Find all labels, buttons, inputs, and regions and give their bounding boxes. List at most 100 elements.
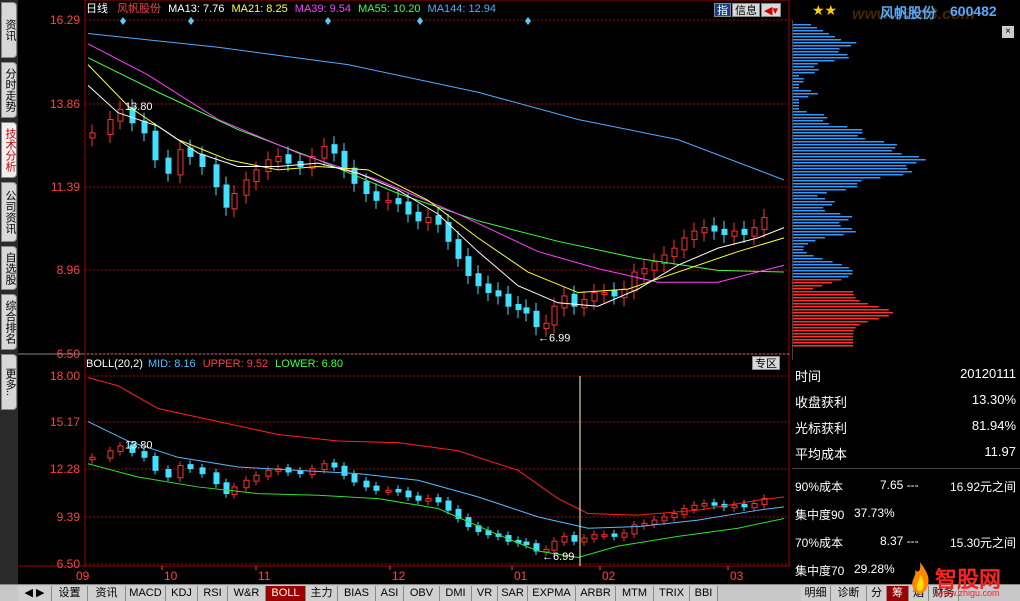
price-candle bbox=[425, 216, 432, 224]
indicator-tab-dmi[interactable]: DMI bbox=[440, 586, 472, 601]
chip-bar bbox=[793, 39, 841, 41]
left-tab-1[interactable]: 分时走势 bbox=[1, 62, 17, 118]
boll-candle bbox=[89, 456, 96, 461]
info-button[interactable]: 信息 bbox=[732, 3, 760, 17]
boll-mid: MID: 8.16 bbox=[147, 358, 196, 370]
chip-bar bbox=[793, 174, 904, 176]
boll-candle bbox=[435, 497, 442, 503]
left-tab-0[interactable]: 资讯 bbox=[1, 2, 17, 58]
chip-bar bbox=[793, 306, 879, 308]
price-axis-label: 6.50 bbox=[57, 347, 81, 361]
indicator-tab-w&r[interactable]: W&R bbox=[228, 586, 266, 601]
chip-bar bbox=[793, 90, 812, 92]
boll-legend: BOLL(20,2) MID: 8.16 UPPER: 9.52 LOWER: … bbox=[86, 358, 343, 371]
chip-info-row: 收盘获利 13.30% bbox=[792, 386, 1020, 412]
indicator-tab-asi[interactable]: ASI bbox=[376, 586, 404, 601]
price-candle bbox=[213, 164, 220, 188]
left-tab-6[interactable]: 更多.. bbox=[1, 354, 17, 410]
indicator-tab-设置[interactable]: 设置 bbox=[52, 586, 88, 601]
indicator-tab-mtm[interactable]: MTM bbox=[616, 586, 654, 601]
boll-upper-line bbox=[87, 377, 785, 516]
chip-cost-row: 90%成本 7.65 --- 16.92元之间 bbox=[792, 472, 1020, 498]
indicator-tab-arbr[interactable]: ARBR bbox=[576, 586, 616, 601]
indicator-tab-trix[interactable]: TRIX bbox=[654, 586, 690, 601]
chip-bar bbox=[793, 30, 823, 32]
chip-bar bbox=[793, 267, 849, 269]
panel-title-bar: ★★ www.55188.com 风帆股份 600482 × bbox=[792, 0, 1020, 38]
price-candle bbox=[231, 192, 238, 210]
chip-bar bbox=[793, 225, 841, 227]
boll-candle bbox=[341, 465, 348, 476]
indicator-tab-sar[interactable]: SAR bbox=[498, 586, 528, 601]
indicator-tab-诊断[interactable]: 诊断 bbox=[831, 586, 867, 601]
ma55-line bbox=[87, 57, 785, 273]
ma144-value: MA144: 12.94 bbox=[427, 3, 497, 15]
chip-bar bbox=[793, 333, 854, 335]
chip-bar bbox=[793, 117, 828, 119]
boll-candle bbox=[691, 504, 698, 510]
boll-lower: LOWER: 6.80 bbox=[275, 358, 344, 370]
left-tab-2[interactable]: 技术分析 bbox=[1, 122, 17, 178]
chart-canvas[interactable]: 16.29 13.86 11.39 8.96 6.50 18.00 15.17 12.28 9.… bbox=[18, 0, 790, 584]
chip-bar bbox=[793, 33, 829, 35]
chip-bar bbox=[793, 249, 804, 251]
price-candle bbox=[265, 159, 272, 173]
boll-candle bbox=[551, 540, 558, 551]
chip-info-row: 光标获利 81.94% bbox=[792, 412, 1020, 438]
price-candle bbox=[485, 283, 492, 294]
event-marker bbox=[417, 17, 423, 25]
boll-candle bbox=[117, 445, 124, 453]
price-candle bbox=[523, 307, 530, 314]
price-candle bbox=[331, 144, 338, 154]
boll-candle bbox=[561, 535, 568, 543]
chip-bar bbox=[793, 234, 844, 236]
chip-info-key: 收盘获利 bbox=[795, 395, 848, 410]
chip-bar bbox=[793, 309, 889, 311]
price-candle bbox=[415, 211, 422, 222]
indicator-tab-expma[interactable]: EXPMA bbox=[528, 586, 576, 601]
price-axis-label: 8.96 bbox=[57, 263, 81, 277]
price-candle bbox=[253, 169, 260, 183]
boll-candle bbox=[253, 474, 260, 482]
indicator-tab-rsi[interactable]: RSI bbox=[198, 586, 228, 601]
chip-bar bbox=[793, 339, 854, 341]
indicator-tab-bbi[interactable]: BBI bbox=[690, 586, 718, 601]
indicator-tab-macd[interactable]: MACD bbox=[126, 586, 166, 601]
indicator-tab-资讯[interactable]: 资讯 bbox=[88, 586, 126, 601]
indicator-button[interactable]: 指 bbox=[714, 3, 731, 17]
chip-bar bbox=[793, 36, 835, 38]
boll-candle bbox=[297, 470, 304, 475]
indicator-tab-主力[interactable]: 主力 bbox=[306, 586, 338, 601]
chip-bar bbox=[793, 324, 860, 326]
left-tab-4[interactable]: 自选股 bbox=[1, 246, 17, 290]
boll-candle bbox=[187, 464, 194, 470]
boll-axis-label: 15.17 bbox=[50, 415, 80, 429]
indicator-tab-boll[interactable]: BOLL bbox=[266, 586, 306, 601]
tab-scroll-arrows-icon[interactable]: ◀ ▶ bbox=[18, 586, 52, 601]
chip-bar bbox=[793, 318, 879, 320]
chip-bar bbox=[793, 27, 817, 29]
chip-bar bbox=[793, 186, 858, 188]
site-logo: 智股网 www.zhigu.com bbox=[905, 556, 1020, 601]
chip-bar bbox=[793, 243, 809, 245]
zone-button[interactable]: 专区 bbox=[752, 356, 780, 370]
indicator-tab-kdj[interactable]: KDJ bbox=[166, 586, 198, 601]
ma21-line bbox=[87, 64, 785, 294]
indicator-tab-明细[interactable]: 明细 bbox=[801, 586, 831, 601]
ma13-value: MA13: 7.76 bbox=[168, 3, 225, 15]
x-axis-label: 03 bbox=[730, 569, 744, 583]
event-marker bbox=[188, 17, 194, 25]
chip-bar bbox=[793, 99, 799, 101]
left-tab-3[interactable]: 公司资讯 bbox=[1, 182, 17, 242]
price-candle bbox=[455, 239, 462, 259]
indicator-tab-bias[interactable]: BIAS bbox=[338, 586, 376, 601]
chip-bar bbox=[793, 192, 827, 194]
x-axis-label: 09 bbox=[76, 569, 90, 583]
boll-upper: UPPER: 9.52 bbox=[202, 358, 269, 370]
indicator-tab-obv[interactable]: OBV bbox=[404, 586, 440, 601]
indicator-tab-vr[interactable]: VR bbox=[472, 586, 498, 601]
left-tab-5[interactable]: 综合排名 bbox=[1, 294, 17, 350]
indicator-tab-分[interactable]: 分 bbox=[867, 586, 887, 601]
sound-icon[interactable]: ◀▾ bbox=[761, 3, 781, 17]
boll-candle bbox=[571, 535, 578, 542]
